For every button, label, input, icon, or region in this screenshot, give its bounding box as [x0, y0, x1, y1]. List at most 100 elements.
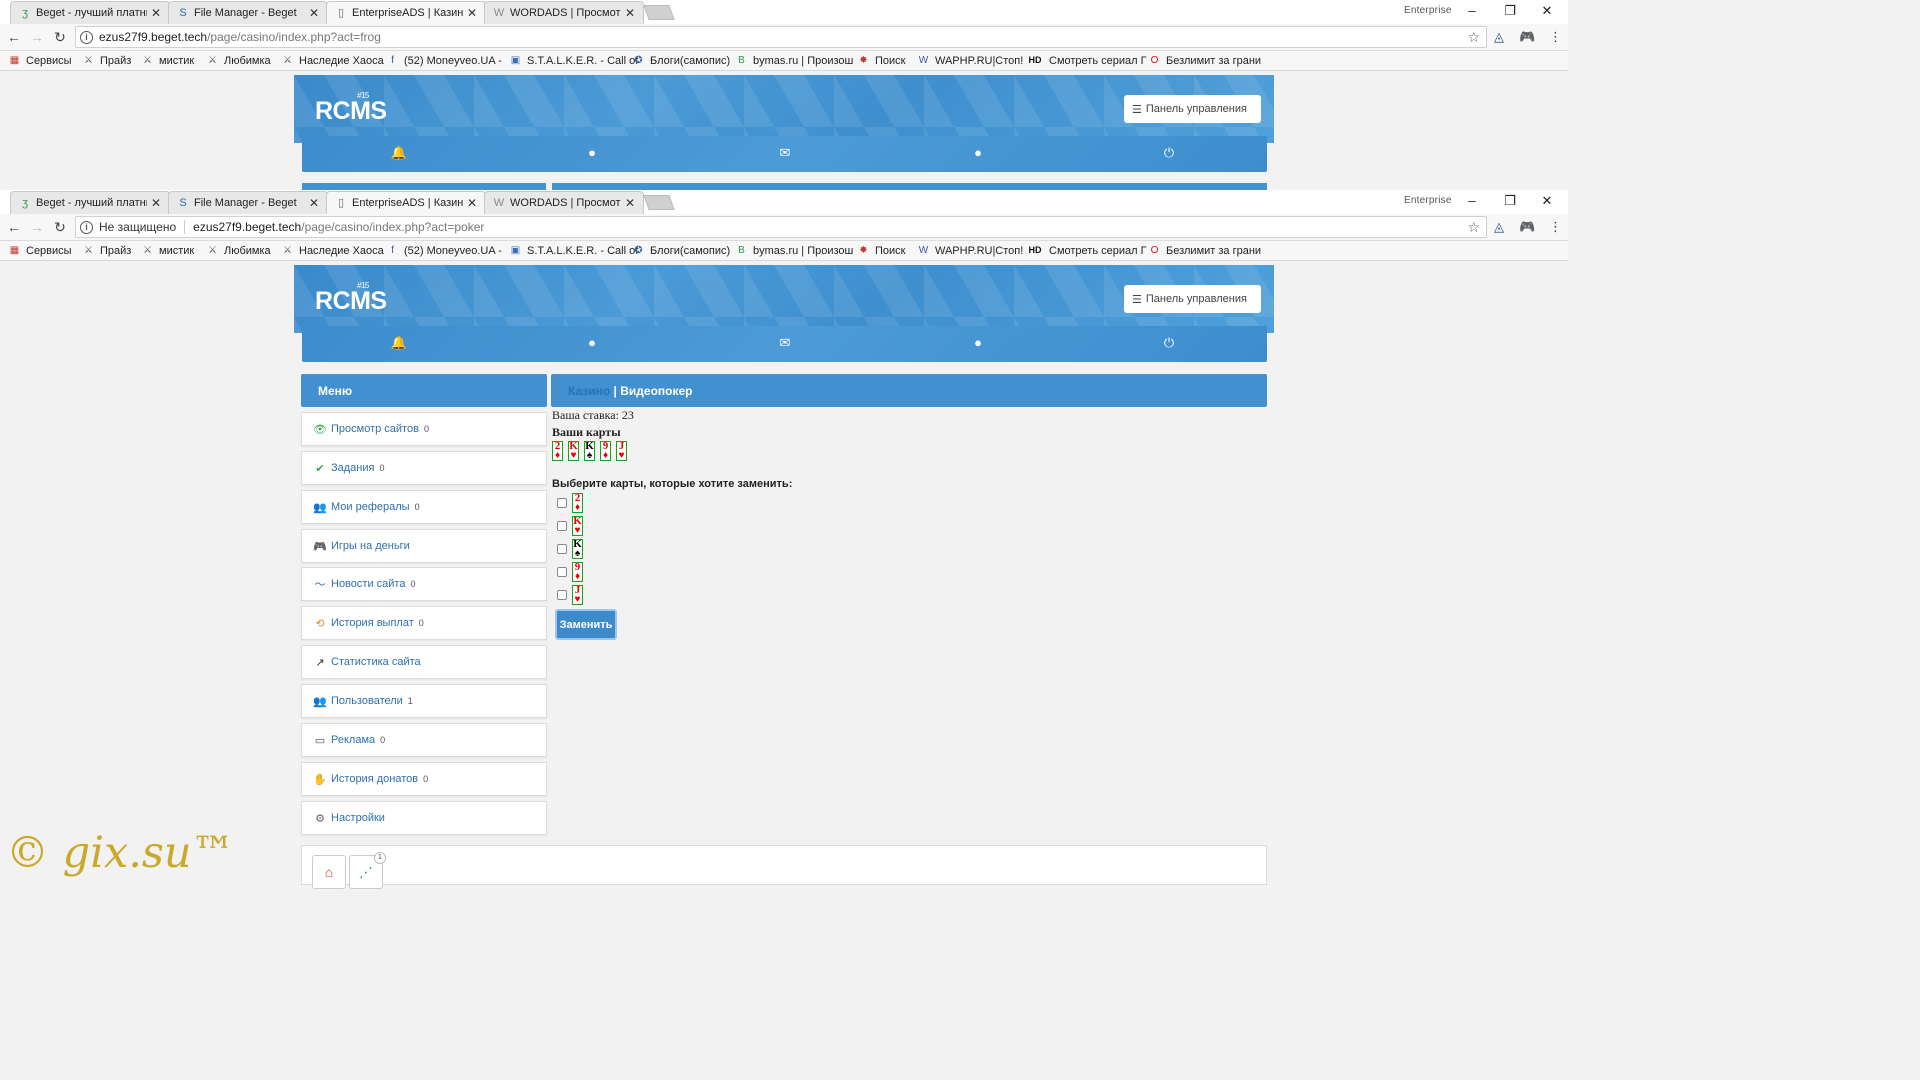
- mail-icon[interactable]: ✉: [775, 335, 795, 351]
- close-icon[interactable]: ✕: [151, 6, 161, 20]
- bookmark-item[interactable]: ⚔ мистик: [141, 54, 194, 67]
- bookmark-item[interactable]: ⚔ Прайз: [82, 54, 131, 67]
- bookmark-item[interactable]: ✪ Блоги(самопис): [632, 244, 730, 257]
- bookmark-item[interactable]: ▣ S.T.A.L.K.E.R. - Call of: [509, 54, 639, 67]
- bookmark-item[interactable]: W WAPHP.RU|Стоп!: [917, 54, 1024, 67]
- new-tab-button[interactable]: [643, 195, 675, 210]
- menu-item[interactable]: ↗ Статистика сайта: [301, 645, 547, 679]
- star-icon[interactable]: ☆: [1467, 29, 1480, 46]
- info-icon[interactable]: i: [80, 30, 93, 44]
- power-icon[interactable]: ⏻: [1159, 335, 1179, 351]
- back-icon[interactable]: ←: [6, 219, 22, 235]
- bookmark-item[interactable]: O Безлимит за грани: [1148, 54, 1261, 67]
- bell-icon[interactable]: 🔔: [389, 145, 409, 161]
- restore-icon[interactable]: ❐: [1500, 193, 1520, 209]
- menu-item[interactable]: 👥 Пользователи 1: [301, 684, 547, 718]
- info-icon[interactable]: i: [80, 220, 93, 234]
- replace-checkbox[interactable]: [557, 589, 567, 600]
- reload-icon[interactable]: ↻: [52, 29, 68, 46]
- minimize-icon[interactable]: –: [1462, 3, 1482, 18]
- tab-casino[interactable]: ▯ EnterpriseADS | Казино ✕: [326, 191, 486, 214]
- bookmark-item[interactable]: Bbymas.ru | Произош: [735, 54, 853, 67]
- site-logo[interactable]: RCMS #15: [315, 281, 387, 316]
- bookmark-item[interactable]: W WAPHP.RU|Стоп!: [917, 244, 1024, 257]
- control-panel-button[interactable]: ☰ Панель управления: [1124, 285, 1261, 313]
- breadcrumb-casino[interactable]: Казино: [568, 384, 610, 398]
- tab-file-manager[interactable]: S File Manager - Beget ✕: [168, 1, 328, 24]
- replace-button[interactable]: Заменить: [555, 609, 617, 640]
- control-panel-button[interactable]: ☰ Панель управления: [1124, 95, 1261, 123]
- tab-wordads[interactable]: W WORDADS | Просмотр т ✕: [484, 1, 644, 24]
- bookmark-item[interactable]: HD Смотреть сериал Г: [1026, 54, 1147, 67]
- new-tab-button[interactable]: [643, 5, 675, 20]
- extension-icon[interactable]: ◬: [1494, 29, 1504, 45]
- menu-dots-icon[interactable]: ⋮: [1549, 29, 1562, 45]
- menu-item[interactable]: ⚙ Настройки: [301, 801, 547, 835]
- bookmark-item[interactable]: f (52) Moneyveo.UA -: [386, 54, 502, 67]
- restore-icon[interactable]: ❐: [1500, 3, 1520, 19]
- gamepad-extension-icon[interactable]: 🎮: [1519, 219, 1535, 235]
- mail-icon[interactable]: ✉: [775, 145, 795, 161]
- bookmark-item[interactable]: ✪ Блоги(самопис): [632, 54, 730, 67]
- close-icon[interactable]: ✕: [467, 196, 477, 210]
- menu-item[interactable]: ✋ История донатов 0: [301, 762, 547, 796]
- user-icon[interactable]: ●: [582, 145, 602, 160]
- bookmark-item[interactable]: ▣ S.T.A.L.K.E.R. - Call of: [509, 244, 639, 257]
- bookmark-item[interactable]: O Безлимит за грани: [1148, 244, 1261, 257]
- chat-icon[interactable]: ●: [968, 335, 988, 350]
- close-icon[interactable]: ✕: [309, 196, 319, 210]
- bookmark-item[interactable]: ✸ Поиск: [857, 244, 905, 257]
- forward-icon[interactable]: →: [29, 29, 45, 45]
- bookmark-item[interactable]: f (52) Moneyveo.UA -: [386, 244, 502, 257]
- close-icon[interactable]: ✕: [467, 6, 477, 20]
- bookmark-item[interactable]: ⚔ Наследие Хаоса: [281, 244, 384, 257]
- tab-wordads[interactable]: W WORDADS | Просмотр т ✕: [484, 191, 644, 214]
- gamepad-extension-icon[interactable]: 🎮: [1519, 29, 1535, 45]
- close-window-icon[interactable]: ✕: [1537, 3, 1557, 19]
- bookmark-item[interactable]: ⚔ мистик: [141, 244, 194, 257]
- forward-icon[interactable]: →: [29, 219, 45, 235]
- url-field[interactable]: i Не защищено ezus27f9.beget.tech /page/…: [75, 216, 1487, 238]
- signal-icon[interactable]: ⋰ 1: [349, 852, 386, 889]
- tab-beget[interactable]: ʒ Beget - лучший платный ✕: [10, 191, 170, 214]
- bookmark-item[interactable]: ⚔ Наследие Хаоса: [281, 54, 384, 67]
- menu-dots-icon[interactable]: ⋮: [1549, 219, 1562, 235]
- bookmark-item[interactable]: ▦ Сервисы: [8, 244, 72, 257]
- menu-item[interactable]: 🎮 Игры на деньги: [301, 529, 547, 563]
- bookmark-item[interactable]: ⚔ Любимка: [206, 244, 271, 257]
- bookmark-item[interactable]: ⚔ Любимка: [206, 54, 271, 67]
- menu-item[interactable]: ✔ Задания 0: [301, 451, 547, 485]
- site-logo[interactable]: RCMS #15: [315, 91, 387, 126]
- tab-beget[interactable]: ʒ Beget - лучший платный ✕: [10, 1, 170, 24]
- chat-icon[interactable]: ●: [968, 145, 988, 160]
- bookmark-item[interactable]: ▦ Сервисы: [8, 54, 72, 67]
- minimize-icon[interactable]: –: [1462, 193, 1482, 208]
- extension-icon[interactable]: ◬: [1494, 219, 1504, 235]
- tab-casino[interactable]: ▯ EnterpriseADS | Казино ✕: [326, 1, 486, 24]
- reload-icon[interactable]: ↻: [52, 219, 68, 236]
- replace-checkbox[interactable]: [557, 497, 567, 508]
- user-icon[interactable]: ●: [582, 335, 602, 350]
- url-field[interactable]: i ezus27f9.beget.tech /page/casino/index…: [75, 26, 1487, 48]
- replace-checkbox[interactable]: [557, 543, 567, 554]
- bookmark-item[interactable]: ✸ Поиск: [857, 54, 905, 67]
- menu-item[interactable]: 〜 Новости сайта 0: [301, 567, 547, 601]
- menu-item[interactable]: 👥 Мои рефералы 0: [301, 490, 547, 524]
- tab-file-manager[interactable]: S File Manager - Beget ✕: [168, 191, 328, 214]
- menu-item[interactable]: 👁 Просмотр сайтов 0: [301, 412, 547, 446]
- replace-checkbox[interactable]: [557, 566, 567, 577]
- bookmark-item[interactable]: Bbymas.ru | Произош: [735, 244, 853, 257]
- menu-item[interactable]: ▭ Реклама 0: [301, 723, 547, 757]
- not-secure-label[interactable]: Не защищено: [99, 220, 186, 234]
- close-icon[interactable]: ✕: [625, 196, 635, 210]
- close-icon[interactable]: ✕: [625, 6, 635, 20]
- bookmark-item[interactable]: ⚔ Прайз: [82, 244, 131, 257]
- profile-label[interactable]: Enterprise: [1404, 195, 1452, 206]
- close-window-icon[interactable]: ✕: [1537, 193, 1557, 209]
- home-icon[interactable]: ⌂: [312, 855, 346, 889]
- profile-label[interactable]: Enterprise: [1404, 5, 1452, 16]
- back-icon[interactable]: ←: [6, 29, 22, 45]
- close-icon[interactable]: ✕: [309, 6, 319, 20]
- star-icon[interactable]: ☆: [1467, 219, 1480, 236]
- replace-checkbox[interactable]: [557, 520, 567, 531]
